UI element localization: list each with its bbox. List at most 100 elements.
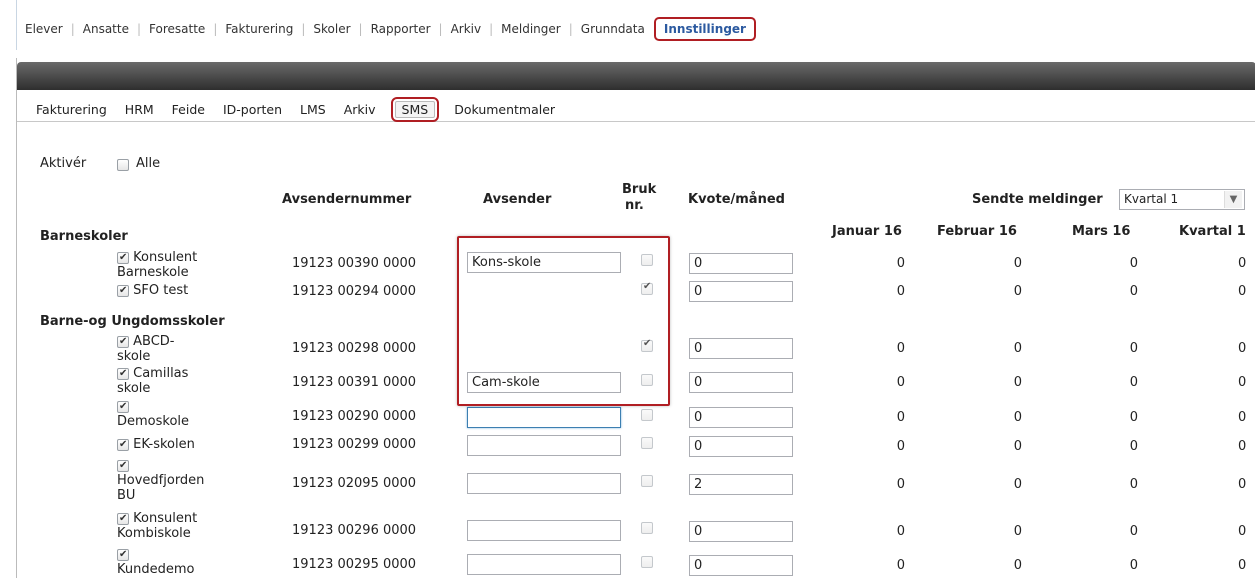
sender-input[interactable] (467, 554, 621, 575)
use-nr-checkbox[interactable] (641, 554, 653, 569)
sent-feb: 0 (1013, 524, 1022, 539)
col-month-mar: Mars 16 (1072, 224, 1131, 239)
subnav-tabs: Fakturering HRM Feide ID-porten LMS Arki… (27, 96, 564, 122)
sent-jan: 0 (896, 558, 905, 573)
nav-fakturering[interactable]: Fakturering (217, 22, 301, 36)
use-nr-checkbox[interactable] (641, 473, 653, 488)
nav-grunndata[interactable]: Grunndata (573, 22, 653, 36)
school-name-line: Kundedemo (117, 562, 195, 577)
sent-feb: 0 (1013, 558, 1022, 573)
sender-input[interactable] (467, 435, 621, 456)
quota-input[interactable]: 0 (689, 338, 793, 359)
sent-feb: 0 (1013, 375, 1022, 390)
sent-quarter: 0 (1238, 524, 1247, 539)
school-checkbox[interactable] (117, 437, 129, 452)
nav-ansatte[interactable]: Ansatte (75, 22, 137, 36)
school-name-line: Demoskole (117, 414, 190, 429)
tab-feide[interactable]: Feide (163, 102, 214, 117)
school-name-line: Konsulent (133, 250, 198, 265)
school-checkbox[interactable] (117, 399, 129, 414)
school-name: Kundedemo (117, 547, 194, 577)
use-nr-checkbox[interactable] (641, 435, 653, 450)
sender-number: 19123 00391 0000 (292, 375, 417, 390)
col-use-nr-2: nr. (625, 198, 644, 213)
school-name-line: BU (117, 488, 136, 503)
school-name: EK-skolen (117, 437, 195, 452)
sent-quarter: 0 (1238, 439, 1247, 454)
checkbox-box[interactable] (641, 408, 653, 421)
checkbox-box[interactable] (641, 474, 653, 487)
col-sent-messages: Sendte meldinger (972, 192, 1103, 207)
sent-feb: 0 (1013, 410, 1022, 425)
col-month-jan: Januar 16 (832, 224, 902, 239)
sent-mar: 0 (1129, 256, 1138, 271)
sent-mar: 0 (1129, 284, 1138, 299)
quota-input[interactable]: 0 (689, 407, 793, 428)
tab-fakturering[interactable]: Fakturering (27, 102, 116, 117)
nav-elever[interactable]: Elever (17, 22, 71, 36)
quota-input[interactable]: 0 (689, 281, 793, 302)
checkbox-box[interactable] (641, 521, 653, 534)
quota-input[interactable]: 0 (689, 555, 793, 576)
top-navigation: Elever | Ansatte | Foresatte | Fakturering |… (16, 0, 1255, 50)
sent-mar: 0 (1129, 558, 1138, 573)
quota-input[interactable]: 0 (689, 372, 793, 393)
sender-number: 19123 00294 0000 (292, 284, 417, 299)
use-nr-checkbox[interactable] (641, 520, 653, 535)
school-name-line: Konsulent (133, 511, 198, 526)
sent-jan: 0 (896, 284, 905, 299)
tab-sms[interactable]: SMS (390, 96, 440, 122)
sent-mar: 0 (1129, 477, 1138, 492)
period-select[interactable]: Kvartal 1 ▼ (1119, 189, 1245, 210)
sent-quarter: 0 (1238, 256, 1247, 271)
school-name: Konsulent Barneskole (117, 250, 197, 280)
nav-skoler[interactable]: Skoler (305, 22, 358, 36)
panel-header-bar (17, 62, 1255, 90)
tab-hrm[interactable]: HRM (116, 102, 163, 117)
sent-feb: 0 (1013, 439, 1022, 454)
activate-all-checkbox[interactable] (117, 157, 129, 172)
sender-input[interactable] (467, 407, 621, 428)
school-checkbox[interactable] (117, 511, 129, 526)
quota-input[interactable]: 0 (689, 521, 793, 542)
col-quota: Kvote/måned (688, 192, 785, 207)
sent-jan: 0 (896, 375, 905, 390)
sender-input[interactable] (467, 520, 621, 541)
use-nr-checkbox[interactable] (641, 407, 653, 422)
quota-input[interactable]: 2 (689, 474, 793, 495)
school-name-line: SFO test (133, 283, 189, 298)
tab-arkiv[interactable]: Arkiv (335, 102, 385, 117)
sender-number: 19123 00295 0000 (292, 557, 417, 572)
sender-input[interactable] (467, 473, 621, 494)
school-name-line: Hovedfjorden (117, 473, 205, 488)
school-checkbox[interactable] (117, 250, 129, 265)
school-name-line: ABCD- (133, 334, 175, 349)
school-checkbox[interactable] (117, 366, 129, 381)
school-checkbox[interactable] (117, 334, 129, 349)
school-checkbox[interactable] (117, 458, 129, 473)
nav-foresatte[interactable]: Foresatte (141, 22, 213, 36)
tab-id-porten[interactable]: ID-porten (214, 102, 291, 117)
nav-arkiv[interactable]: Arkiv (443, 22, 490, 36)
settings-subnav: Fakturering HRM Feide ID-porten LMS Arki… (17, 96, 1255, 122)
checkbox-box[interactable] (117, 158, 129, 171)
school-name: Demoskole (117, 399, 189, 429)
checkbox-box[interactable] (641, 555, 653, 568)
activate-label: Aktivér (40, 156, 87, 171)
nav-innstillinger[interactable]: Innstillinger (653, 17, 756, 41)
sender-number: 19123 00298 0000 (292, 341, 417, 356)
sender-number: 19123 00296 0000 (292, 523, 417, 538)
nav-meldinger[interactable]: Meldinger (493, 22, 569, 36)
tab-lms[interactable]: LMS (291, 102, 335, 117)
sent-mar: 0 (1129, 341, 1138, 356)
school-checkbox[interactable] (117, 283, 129, 298)
checkbox-box[interactable] (641, 436, 653, 449)
quota-input[interactable]: 0 (689, 436, 793, 457)
tab-dokumentmaler[interactable]: Dokumentmaler (445, 102, 564, 117)
nav-rapporter[interactable]: Rapporter (363, 22, 439, 36)
school-name-line: Barneskole (117, 265, 189, 280)
quota-input[interactable]: 0 (689, 253, 793, 274)
chevron-down-icon[interactable]: ▼ (1224, 191, 1242, 208)
col-sender-number: Avsendernummer (282, 192, 412, 207)
school-checkbox[interactable] (117, 547, 129, 562)
